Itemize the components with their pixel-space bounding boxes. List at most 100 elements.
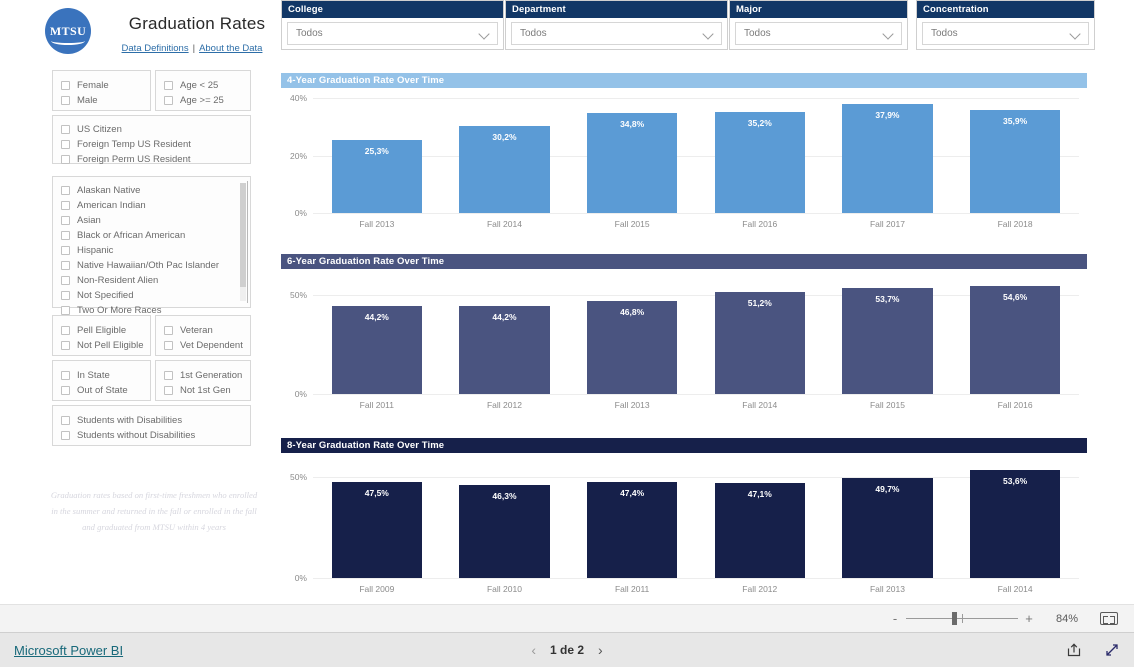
bar-column[interactable]: 25,3%: [313, 98, 440, 213]
checkbox-row-not-pell-eligible[interactable]: Not Pell Eligible: [61, 338, 144, 352]
checkbox-row-in-state[interactable]: In State: [61, 368, 142, 382]
bar[interactable]: 54,6%: [969, 285, 1061, 394]
bar[interactable]: 25,3%: [331, 140, 422, 213]
bar[interactable]: 34,8%: [587, 112, 678, 213]
previous-page-icon[interactable]: ‹: [531, 642, 536, 658]
slicer-age[interactable]: Age < 25 Age >= 25: [155, 70, 251, 111]
slicer-race[interactable]: Alaskan Native American Indian Asian Bla…: [52, 176, 251, 316]
bar-column[interactable]: 53,7%: [824, 279, 951, 394]
chevron-down-icon[interactable]: [704, 30, 713, 39]
checkbox-icon[interactable]: [61, 80, 70, 90]
fit-to-page-icon[interactable]: [1100, 612, 1118, 625]
bar-column[interactable]: 51,2%: [696, 279, 823, 394]
checkbox-icon[interactable]: [61, 95, 70, 105]
checkbox-row-american-indian[interactable]: American Indian: [61, 198, 242, 212]
checkbox-row-without-disabilities[interactable]: Students without Disabilities: [61, 428, 242, 442]
dropdown-control[interactable]: Todos: [922, 22, 1089, 45]
bar[interactable]: 47,1%: [714, 482, 805, 578]
bar[interactable]: 35,2%: [714, 111, 805, 213]
checkbox-row-with-disabilities[interactable]: Students with Disabilities: [61, 413, 242, 427]
chevron-down-icon[interactable]: [884, 30, 893, 39]
slicer-pell[interactable]: Pell Eligible Not Pell Eligible: [52, 315, 151, 356]
slicer-veteran[interactable]: Veteran Vet Dependent: [155, 315, 251, 356]
checkbox-row-veteran[interactable]: Veteran: [164, 323, 242, 337]
bar-column[interactable]: 49,7%: [824, 463, 951, 578]
bar-column[interactable]: 47,4%: [569, 463, 696, 578]
bar-column[interactable]: 46,3%: [441, 463, 568, 578]
dropdown-control[interactable]: Todos: [287, 22, 498, 45]
checkbox-row-out-of-state[interactable]: Out of State: [61, 383, 142, 397]
slicer-citizenship[interactable]: US Citizen Foreign Temp US Resident Fore…: [52, 115, 251, 166]
chevron-down-icon[interactable]: [480, 30, 489, 39]
bar[interactable]: 30,2%: [459, 126, 550, 213]
dropdown-major[interactable]: Major Todos: [729, 0, 908, 50]
zoom-in-button[interactable]: +: [1022, 611, 1036, 626]
bar-column[interactable]: 47,5%: [313, 463, 440, 578]
bar[interactable]: 47,5%: [331, 482, 422, 578]
checkbox-row-age-over-25[interactable]: Age >= 25: [164, 93, 242, 107]
checkbox-icon[interactable]: [61, 185, 70, 195]
checkbox-row-not-specified[interactable]: Not Specified: [61, 288, 242, 302]
bar[interactable]: 51,2%: [714, 292, 805, 394]
zoom-slider[interactable]: [906, 612, 1018, 625]
bar-column[interactable]: 46,8%: [569, 279, 696, 394]
dropdown-control[interactable]: Todos: [735, 22, 902, 45]
dropdown-control[interactable]: Todos: [511, 22, 722, 45]
chart-6-year-graduation-rate[interactable]: 6-Year Graduation Rate Over Time 50% 0% 44,…: [281, 254, 1087, 416]
checkbox-row-male[interactable]: Male: [61, 93, 142, 107]
about-the-data-link[interactable]: About the Data: [199, 43, 262, 54]
checkbox-row-1st-generation[interactable]: 1st Generation: [164, 368, 242, 382]
checkbox-row-native-hawaiian[interactable]: Native Hawaiian/Oth Pac Islander: [61, 258, 242, 272]
checkbox-icon[interactable]: [61, 370, 70, 380]
checkbox-icon[interactable]: [61, 385, 70, 395]
checkbox-icon[interactable]: [61, 215, 70, 225]
zoom-slider-thumb[interactable]: [952, 612, 957, 625]
checkbox-icon[interactable]: [61, 200, 70, 210]
next-page-icon[interactable]: ›: [598, 642, 603, 658]
chart-8-year-graduation-rate[interactable]: 8-Year Graduation Rate Over Time 50% 0% 47,…: [281, 438, 1087, 600]
bar-column[interactable]: 44,2%: [313, 279, 440, 394]
checkbox-icon[interactable]: [164, 95, 173, 105]
bar[interactable]: 49,7%: [842, 477, 933, 578]
checkbox-row-black-african-american[interactable]: Black or African American: [61, 228, 242, 242]
checkbox-icon[interactable]: [164, 340, 173, 350]
checkbox-icon[interactable]: [61, 124, 70, 134]
bar-column[interactable]: 53,6%: [952, 463, 1079, 578]
bar-column[interactable]: 54,6%: [952, 279, 1079, 394]
dropdown-college[interactable]: College Todos: [281, 0, 504, 50]
checkbox-icon[interactable]: [61, 230, 70, 240]
checkbox-row-asian[interactable]: Asian: [61, 213, 242, 227]
checkbox-row-pell-eligible[interactable]: Pell Eligible: [61, 323, 142, 337]
checkbox-icon[interactable]: [61, 340, 70, 350]
bar[interactable]: 53,7%: [842, 287, 933, 394]
checkbox-row-vet-dependent[interactable]: Vet Dependent: [164, 338, 243, 352]
bar[interactable]: 47,4%: [587, 482, 678, 578]
checkbox-icon[interactable]: [61, 260, 70, 270]
checkbox-icon[interactable]: [61, 275, 70, 285]
bar[interactable]: 53,6%: [969, 469, 1061, 578]
slicer-residency[interactable]: In State Out of State: [52, 360, 151, 401]
bar-column[interactable]: 37,9%: [824, 98, 951, 213]
share-icon[interactable]: [1066, 642, 1082, 658]
bar[interactable]: 35,9%: [969, 109, 1061, 213]
checkbox-row-foreign-temp[interactable]: Foreign Temp US Resident: [61, 137, 242, 151]
checkbox-row-female[interactable]: Female: [61, 78, 142, 92]
checkbox-icon[interactable]: [164, 385, 173, 395]
checkbox-icon[interactable]: [61, 430, 70, 440]
bar-column[interactable]: 44,2%: [441, 279, 568, 394]
bar[interactable]: 44,2%: [459, 306, 550, 394]
bar[interactable]: 46,8%: [587, 301, 678, 394]
bar-column[interactable]: 35,2%: [696, 98, 823, 213]
checkbox-row-foreign-perm[interactable]: Foreign Perm US Resident: [61, 152, 242, 166]
data-definitions-link[interactable]: Data Definitions: [122, 43, 189, 54]
dropdown-concentration[interactable]: Concentration Todos: [916, 0, 1095, 50]
checkbox-icon[interactable]: [164, 325, 173, 335]
checkbox-row-not-1st-gen[interactable]: Not 1st Gen: [164, 383, 242, 397]
checkbox-icon[interactable]: [61, 139, 70, 149]
chart-4-year-graduation-rate[interactable]: 4-Year Graduation Rate Over Time 40% 20% 0%…: [281, 73, 1087, 235]
checkbox-icon[interactable]: [61, 154, 70, 164]
checkbox-row-us-citizen[interactable]: US Citizen: [61, 122, 242, 136]
checkbox-row-hispanic[interactable]: Hispanic: [61, 243, 242, 257]
bar[interactable]: 37,9%: [842, 104, 933, 213]
bar-column[interactable]: 30,2%: [441, 98, 568, 213]
